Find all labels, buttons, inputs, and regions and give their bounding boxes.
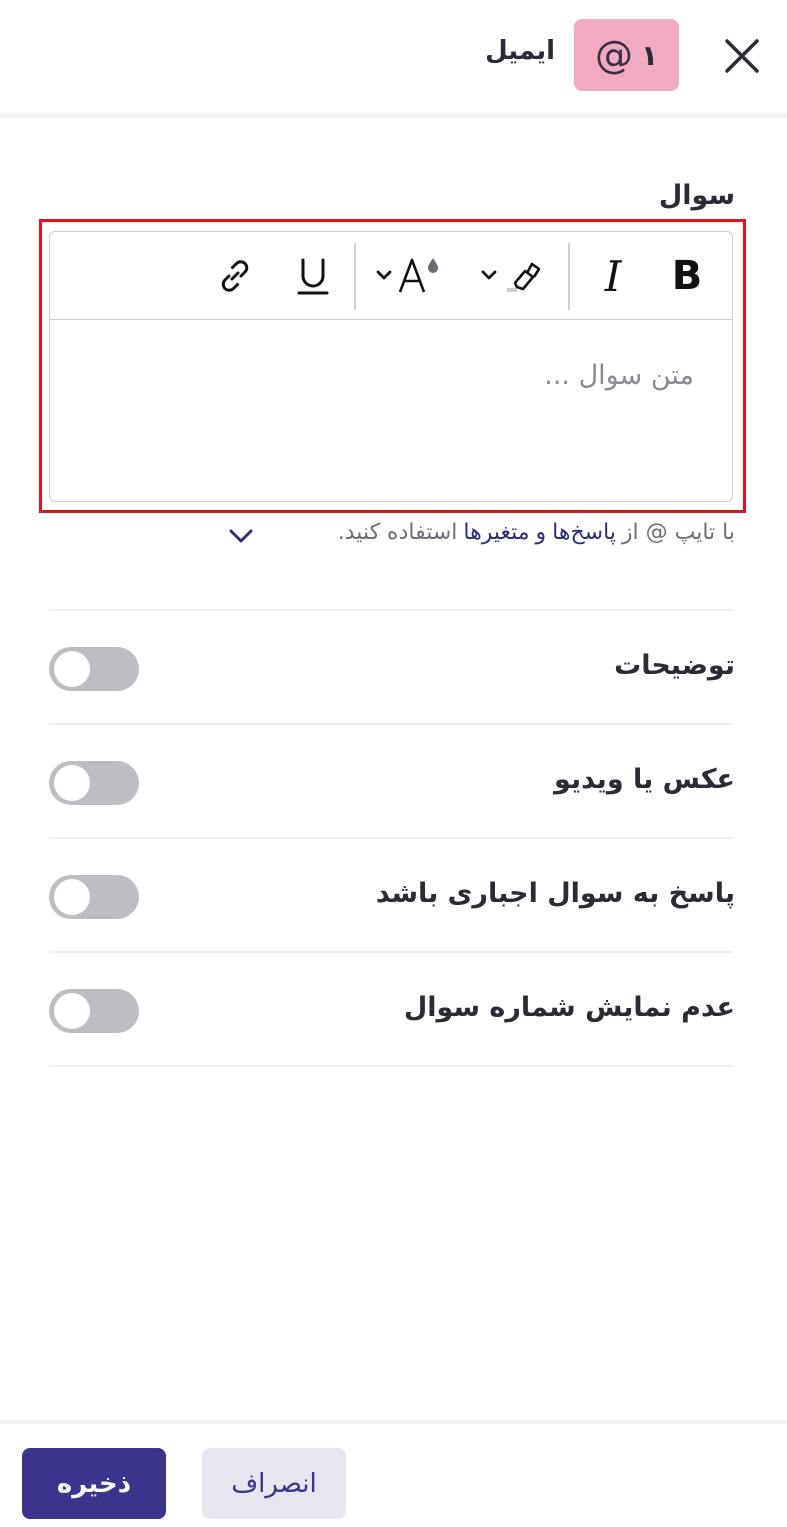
helper-prefix: با تایپ @ از: [621, 520, 735, 545]
highlight-button[interactable]: [470, 246, 556, 306]
description-toggle[interactable]: [49, 647, 139, 691]
save-button[interactable]: ذخیره: [22, 1448, 166, 1519]
settings-divider: [49, 609, 733, 611]
at-icon: @: [594, 33, 633, 77]
question-type-title: ایمیل: [485, 36, 555, 66]
variables-link[interactable]: متغیرها: [463, 520, 529, 545]
text-color-icon: [376, 258, 438, 293]
bold-button[interactable]: B: [662, 246, 712, 306]
cancel-button[interactable]: انصراف: [202, 1448, 346, 1519]
chevron-down-icon: [229, 529, 253, 543]
setting-label-required: پاسخ به سوال اجباری باشد: [375, 878, 735, 909]
underline-button[interactable]: [288, 246, 338, 306]
link-button[interactable]: [210, 246, 260, 306]
italic-button[interactable]: I: [588, 246, 638, 306]
toggle-knob: [54, 651, 90, 687]
settings-divider: [49, 1065, 733, 1067]
settings-divider: [49, 837, 733, 839]
settings-divider: [49, 723, 733, 725]
question-type-badge: ۱ @: [574, 19, 679, 91]
header-divider: [0, 113, 787, 118]
toggle-knob: [54, 765, 90, 801]
hide-number-toggle[interactable]: [49, 989, 139, 1033]
toggle-knob: [54, 993, 90, 1029]
question-editor[interactable]: B I متن سوال ...: [49, 231, 733, 502]
required-toggle[interactable]: [49, 875, 139, 919]
setting-label-media: عکس یا ویدیو: [554, 764, 735, 795]
editor-placeholder[interactable]: متن سوال ...: [544, 360, 694, 391]
footer-divider: [0, 1420, 787, 1424]
toolbar-separator: [568, 243, 570, 310]
media-toggle[interactable]: [49, 761, 139, 805]
close-button[interactable]: [720, 34, 764, 78]
highlighter-icon: [481, 262, 541, 292]
panel-header: ۱ @ ایمیل: [0, 0, 787, 113]
answers-link[interactable]: پاسخ‌ها: [552, 520, 616, 545]
helper-conjunction: و: [535, 520, 547, 545]
question-label: سوال: [658, 180, 735, 211]
question-number: ۱: [640, 38, 659, 72]
close-icon[interactable]: [723, 37, 761, 75]
editor-toolbar: B I: [50, 232, 732, 320]
setting-label-hide-number: عدم نمایش شماره سوال: [403, 992, 735, 1023]
toggle-knob: [54, 879, 90, 915]
helper-suffix: استفاده کنید.: [337, 520, 458, 545]
toolbar-separator: [354, 243, 356, 310]
text-color-button[interactable]: [365, 246, 451, 306]
settings-divider: [49, 951, 733, 953]
variables-helper-text: با تایپ @ از پاسخ‌ها و متغیرها استفاده ک…: [338, 520, 735, 545]
helper-expand-button[interactable]: [226, 524, 256, 548]
link-icon: [221, 260, 249, 292]
underline-icon: [297, 258, 329, 295]
setting-label-description: توضیحات: [614, 650, 735, 681]
